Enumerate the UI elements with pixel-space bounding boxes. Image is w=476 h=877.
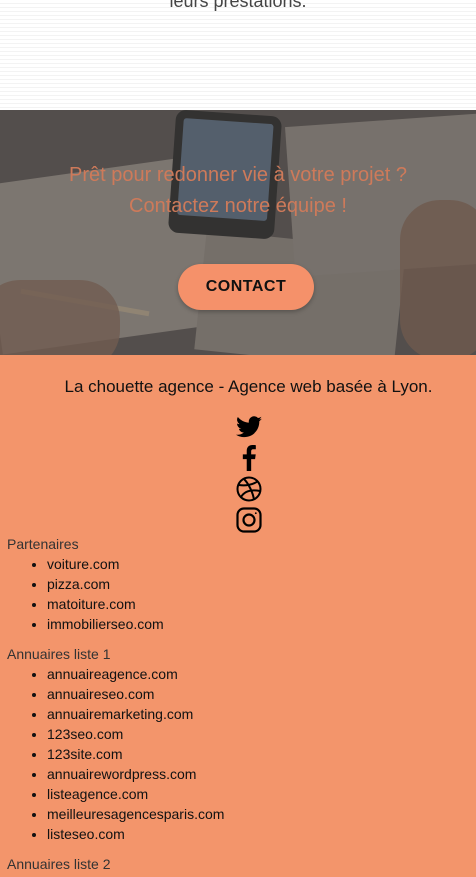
site-footer: La chouette agence - Agence web basée à … (0, 355, 476, 877)
annuaires-liste-1-title: Annuaires liste 1 (7, 646, 111, 662)
social-links (234, 411, 264, 535)
dribbble-icon[interactable] (234, 473, 264, 504)
annuaire-link[interactable]: 123site.com (47, 744, 224, 764)
facebook-icon[interactable] (234, 442, 264, 473)
annuaire-link[interactable]: listeseo.com (47, 824, 224, 844)
annuaires-liste-2-title: Annuaires liste 2 (7, 856, 111, 872)
annuaire-link[interactable]: annuaireseo.com (47, 684, 224, 704)
footer-tagline: La chouette agence - Agence web basée à … (64, 377, 433, 396)
cta-hero: Prêt pour redonner vie à votre projet ? … (0, 110, 476, 355)
annuaire-link[interactable]: annuairewordpress.com (47, 764, 224, 784)
annuaire-link[interactable]: listeagence.com (47, 784, 224, 804)
partners-list: voiture.com pizza.com matoiture.com immo… (7, 554, 164, 634)
hero-heading-line2: Contactez notre équipe ! (129, 195, 347, 217)
instagram-icon[interactable] (234, 504, 264, 535)
annuaire-link[interactable]: 123seo.com (47, 724, 224, 744)
twitter-icon[interactable] (234, 411, 264, 442)
partner-link[interactable]: voiture.com (47, 554, 164, 574)
annuaires-liste-1-list: annuaireagence.com annuaireseo.com annua… (7, 664, 224, 844)
contact-button[interactable]: CONTACT (178, 264, 314, 310)
partner-link[interactable]: immobilierseo.com (47, 614, 164, 634)
partner-link[interactable]: pizza.com (47, 574, 164, 594)
annuaire-link[interactable]: annuaireagence.com (47, 664, 224, 684)
annuaires-liste-2-section: Annuaires liste 2 (7, 854, 111, 874)
hero-heading: Prêt pour redonner vie à votre projet ? … (0, 160, 476, 222)
previous-section: leurs prestations. (0, 0, 476, 110)
partners-title: Partenaires (7, 536, 79, 552)
previous-section-text: leurs prestations. (169, 0, 307, 11)
annuaires-liste-1-section: Annuaires liste 1 annuaireagence.com ann… (7, 644, 224, 844)
partners-section: Partenaires voiture.com pizza.com matoit… (7, 534, 164, 634)
annuaire-link[interactable]: meilleuresagencesparis.com (47, 804, 224, 824)
hero-heading-line1: Prêt pour redonner vie à votre projet ? (69, 164, 407, 186)
partner-link[interactable]: matoiture.com (47, 594, 164, 614)
hero-overlay (0, 110, 476, 355)
annuaire-link[interactable]: annuairemarketing.com (47, 704, 224, 724)
